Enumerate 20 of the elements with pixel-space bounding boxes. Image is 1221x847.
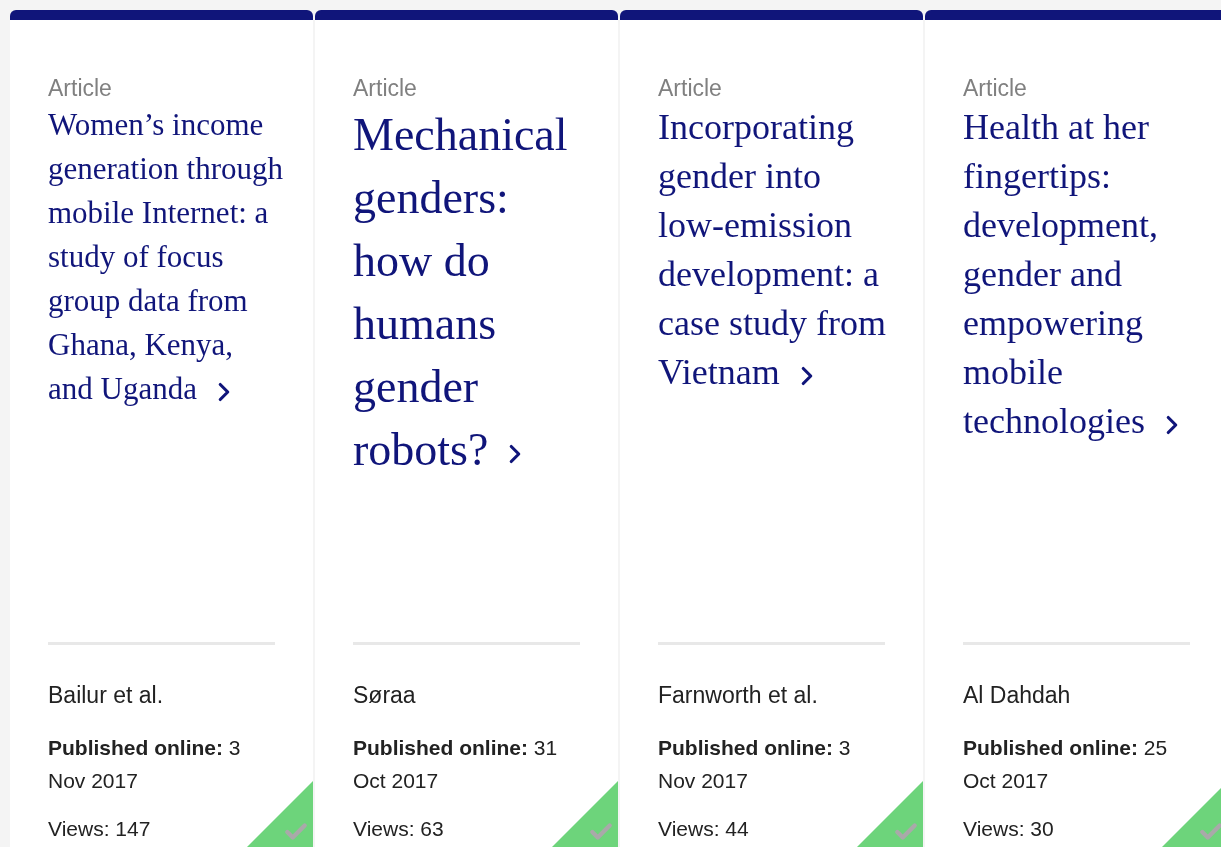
article-type: Article <box>48 74 113 103</box>
article-authors: Bailur et al. <box>48 681 165 709</box>
article-type: Article <box>963 74 1028 103</box>
article-authors: Al Dahdah <box>963 681 1072 709</box>
article-title-link[interactable]: Incorporating gender into low-emission development: a case study from Vietnam <box>658 103 894 397</box>
view-count: Views: 30 <box>963 816 1055 842</box>
article-title-link[interactable]: Health at her fingertips: development, gender and empowering mobile technologies <box>963 103 1199 446</box>
article-authors: Søraa <box>353 681 417 709</box>
published-date: Published online: 3 Nov 2017 <box>48 735 242 794</box>
article-title-link[interactable]: Mechanical genders: how do humans gender robots? <box>353 103 589 481</box>
article-title-link[interactable]: Women’s income generation through mobile Internet: a study of focus group data from Ghana, Kenya, and Uganda <box>48 103 284 411</box>
published-date: Published online: 25 Oct 2017 <box>963 735 1169 794</box>
view-count: Views: 147 <box>48 816 152 842</box>
article-authors: Farnworth et al. <box>658 681 819 709</box>
published-date: Published online: 31 Oct 2017 <box>353 735 559 794</box>
view-count: Views: 44 <box>658 816 750 842</box>
article-type: Article <box>658 74 723 103</box>
article-type: Article <box>353 74 418 103</box>
published-date: Published online: 3 Nov 2017 <box>658 735 852 794</box>
view-count: Views: 63 <box>353 816 445 842</box>
